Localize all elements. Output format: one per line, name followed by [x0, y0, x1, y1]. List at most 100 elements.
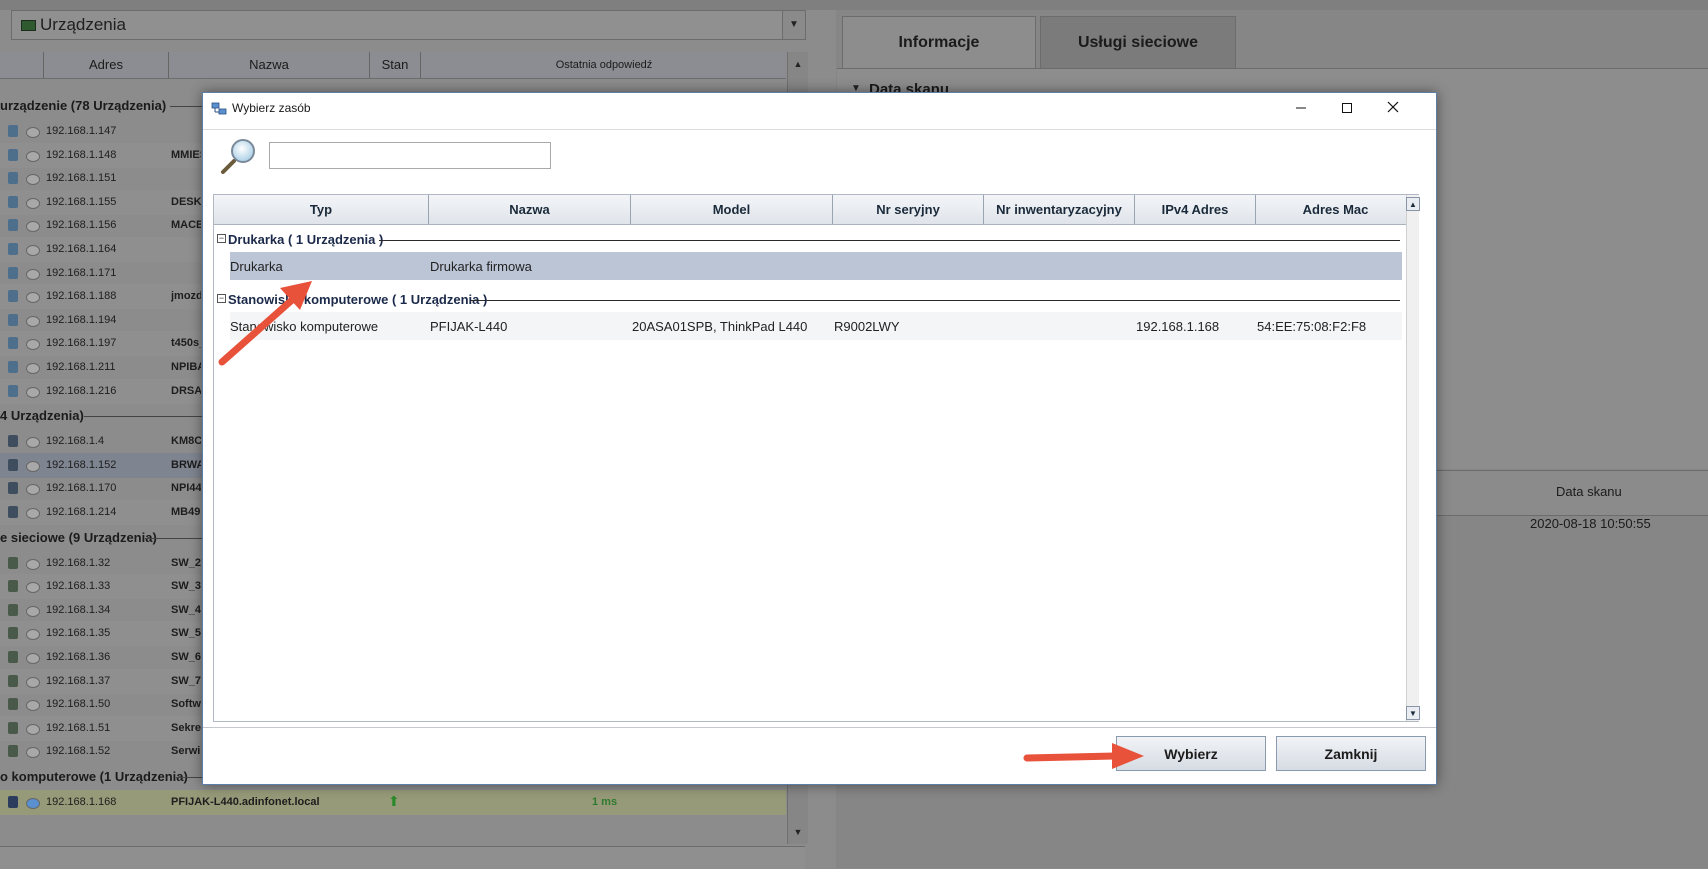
- status-eye-icon: [26, 315, 40, 327]
- cell-nazwa: PFIJAK-L440: [430, 319, 508, 334]
- device-ip: 192.168.1.151: [46, 172, 117, 185]
- group-row-stanowisko-komputerowe[interactable]: − Stanowisko komputerowe ( 1 Urządzenia …: [214, 286, 1406, 312]
- device-category-combo[interactable]: Urządzenia ▼: [11, 10, 806, 40]
- device-ip: 192.168.1.170: [46, 482, 117, 495]
- column-header-typ[interactable]: Typ: [214, 195, 429, 224]
- dialog-titlebar[interactable]: Wybierz zasób: [203, 93, 1436, 125]
- scroll-down-icon[interactable]: ▼: [1406, 706, 1420, 720]
- group-divider: [470, 300, 1400, 301]
- device-type-icon: [8, 243, 18, 255]
- device-type-icon: [8, 337, 18, 350]
- status-eye-icon: [26, 676, 40, 688]
- column-header-nazwa[interactable]: Nazwa: [168, 52, 369, 78]
- tab-informacje[interactable]: Informacje: [842, 16, 1036, 68]
- dialog-footer: Wybierz Zamknij: [203, 728, 1436, 784]
- device-name: BRWA: [171, 458, 201, 471]
- status-eye-icon: [26, 460, 40, 472]
- status-eye-icon: [26, 127, 40, 138]
- group-label: urządzenie (78 Urządzenia): [0, 98, 173, 113]
- close-button[interactable]: Zamknij: [1276, 736, 1426, 771]
- device-ip: 192.168.1.52: [46, 745, 111, 758]
- close-icon: [1387, 101, 1399, 113]
- device-ip: 192.168.1.194: [46, 313, 117, 326]
- cell-typ: Drukarka: [230, 259, 283, 274]
- status-eye-icon: [26, 747, 40, 759]
- device-ip: 192.168.1.152: [46, 458, 117, 471]
- cell-model: 20ASA01SPB, ThinkPad L440: [632, 319, 808, 334]
- device-type-icon: [8, 435, 18, 448]
- device-name: DRSAF: [171, 384, 201, 397]
- minimize-icon: [1296, 107, 1306, 109]
- dialog-title: Wybierz zasób: [232, 101, 311, 115]
- group-label: Stanowisko komputerowe ( 1 Urządzenia ): [228, 292, 488, 307]
- device-type-icon: [8, 172, 18, 185]
- cell-typ: Stanowisko komputerowe: [230, 319, 379, 334]
- device-list-header: Adres Nazwa Stan Ostatnia odpowiedź: [0, 52, 786, 79]
- device-ip: 192.168.1.171: [46, 266, 117, 279]
- device-type-icon: [8, 627, 18, 640]
- column-header-adres-mac[interactable]: Adres Mac: [1256, 195, 1416, 224]
- column-header-ipv4-adres[interactable]: IPv4 Adres: [1135, 195, 1256, 224]
- device-name: MACB: [171, 219, 201, 232]
- device-type-icon: [8, 651, 18, 663]
- device-ip: 192.168.1.147: [46, 125, 117, 137]
- device-name: Softw: [171, 698, 201, 711]
- device-ip: 192.168.1.214: [46, 506, 117, 518]
- device-name: NPI44: [171, 482, 201, 495]
- list-item[interactable]: 192.168.1.168 PFIJAK-L440.adinfonet.local…: [0, 790, 786, 815]
- table-row[interactable]: Drukarka Drukarka firmowa: [230, 252, 1402, 280]
- table-row[interactable]: Stanowisko komputerowe PFIJAK-L440 20ASA…: [230, 312, 1402, 340]
- scroll-down-icon[interactable]: ▼: [790, 824, 806, 840]
- search-input[interactable]: [269, 142, 551, 169]
- device-ip: 192.168.1.164: [46, 243, 117, 255]
- close-window-button[interactable]: [1370, 93, 1416, 125]
- device-ip: 192.168.1.148: [46, 148, 117, 161]
- scroll-up-icon[interactable]: ▲: [790, 56, 806, 72]
- collapse-toggle-icon[interactable]: −: [217, 294, 226, 303]
- column-header-model[interactable]: Model: [631, 195, 833, 224]
- column-header-nr-inwentaryzacyjny[interactable]: Nr inwentaryzacyjny: [984, 195, 1135, 224]
- minimize-button[interactable]: [1278, 93, 1324, 125]
- status-eye-icon: [26, 629, 40, 641]
- column-header-ostatnia-odpowiedz[interactable]: Ostatnia odpowiedź: [420, 52, 787, 78]
- scan-date-column-header: Data skanu: [1436, 470, 1708, 516]
- column-header-adres[interactable]: Adres: [43, 52, 168, 78]
- resource-grid-scrollbar[interactable]: ▲ ▼: [1406, 195, 1420, 721]
- chevron-down-icon[interactable]: ▼: [782, 11, 805, 39]
- device-name: SW_2: [171, 556, 201, 569]
- resource-grid: Typ Nazwa Model Nr seryjny Nr inwentaryz…: [213, 194, 1420, 722]
- monitor-icon: [21, 20, 36, 31]
- column-header-stan[interactable]: Stan: [369, 52, 420, 78]
- device-name: MB491: [171, 506, 201, 518]
- status-eye-icon: [26, 723, 40, 735]
- column-header-nazwa[interactable]: Nazwa: [429, 195, 631, 224]
- device-ip: 192.168.1.50: [46, 698, 111, 711]
- device-ip: 192.168.1.32: [46, 556, 111, 569]
- status-eye-icon: [26, 363, 40, 374]
- select-resource-dialog: Wybierz zasób Typ Nazwa Model Nr seryjny…: [202, 92, 1437, 785]
- cell-mac: 54:EE:75:08:F2:F8: [1257, 319, 1367, 334]
- scroll-up-icon[interactable]: ▲: [1406, 197, 1420, 211]
- status-eye-icon: [26, 386, 40, 398]
- device-type-icon: [8, 580, 18, 593]
- device-ip: 192.168.1.156: [46, 219, 117, 232]
- device-ip: 192.168.1.36: [46, 651, 111, 663]
- device-name: Serwis: [171, 745, 201, 758]
- device-type-icon: [8, 125, 18, 137]
- status-eye-icon: [26, 484, 40, 496]
- tab-uslugi-sieciowe[interactable]: Usługi sieciowe: [1040, 16, 1236, 68]
- device-type-icon: [8, 482, 18, 495]
- collapse-toggle-icon[interactable]: −: [217, 234, 226, 243]
- maximize-button[interactable]: [1324, 93, 1370, 125]
- status-eye-icon: [26, 508, 40, 519]
- status-up-icon: ⬆: [388, 793, 400, 809]
- column-header-nr-seryjny[interactable]: Nr seryjny: [833, 195, 984, 224]
- horizontal-scrollbar[interactable]: [0, 846, 805, 869]
- status-eye-icon: [26, 653, 40, 664]
- select-button[interactable]: Wybierz: [1116, 736, 1266, 771]
- search-area: [203, 130, 1436, 186]
- status-eye-icon: [26, 700, 40, 712]
- device-name: t450s_: [171, 337, 201, 350]
- group-row-drukarka[interactable]: − Drukarka ( 1 Urządzenia ): [214, 226, 1406, 252]
- computer-icon: [8, 796, 18, 808]
